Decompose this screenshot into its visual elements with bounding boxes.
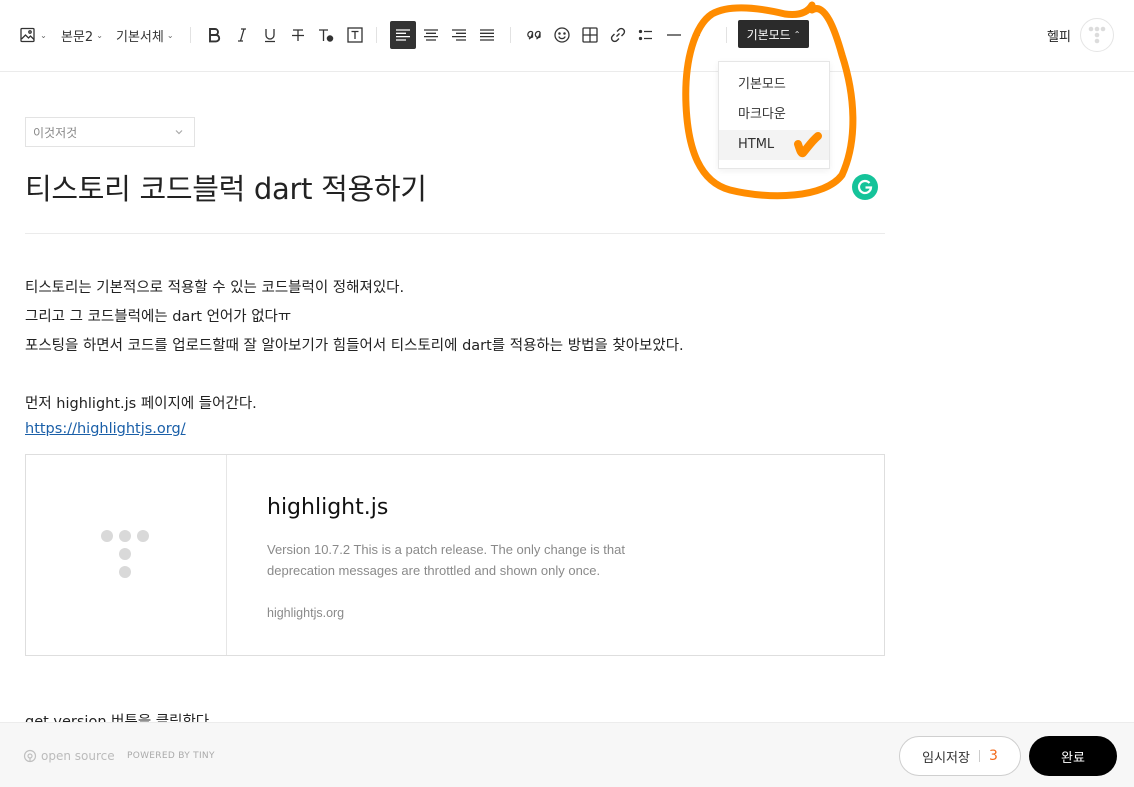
post-title[interactable]: 티스토리 코드블럭 dart 적용하기 xyxy=(25,166,427,208)
italic-icon xyxy=(238,28,246,42)
font-family-label: 기본서체 xyxy=(116,29,164,45)
link-preview-thumbnail xyxy=(26,455,227,655)
emoji-icon xyxy=(554,27,570,43)
open-source-logo[interactable]: open source xyxy=(23,749,115,763)
table-button[interactable] xyxy=(579,24,601,46)
chevron-up-icon: ⌃ xyxy=(793,29,801,39)
toolbar-divider xyxy=(510,27,511,43)
avatar[interactable] xyxy=(1080,18,1114,52)
italic-button[interactable] xyxy=(231,24,253,46)
highlightjs-link[interactable]: https://highlightjs.org/ xyxy=(25,421,186,437)
underline-icon xyxy=(265,29,275,43)
chevron-down-icon: ⌄ xyxy=(40,30,47,40)
link-preview-title: highlight.js xyxy=(267,495,389,520)
editor-mode-button[interactable]: 기본모드 ⌃ xyxy=(738,20,809,48)
paragraph: 먼저 highlight.js 페이지에 들어간다. xyxy=(25,396,257,412)
align-left-icon xyxy=(396,29,410,41)
tistory-logo-icon xyxy=(1088,26,1106,44)
toolbar-divider xyxy=(190,27,191,43)
grammarly-icon[interactable] xyxy=(852,174,878,200)
strikethrough-button[interactable] xyxy=(287,24,309,46)
paragraph: 그리고 그 코드블럭에는 dart 언어가 없다ㅠ xyxy=(25,309,292,325)
category-label: 이것저것 xyxy=(33,125,78,140)
mode-menu-item-html[interactable]: HTML xyxy=(719,130,829,160)
link-preview-card[interactable]: highlight.js Version 10.7.2 This is a pa… xyxy=(25,454,885,656)
underline-button[interactable] xyxy=(259,24,281,46)
chevron-down-icon: ⌄ xyxy=(166,30,174,40)
powered-by-tiny[interactable]: POWERED BY TINY xyxy=(127,751,215,761)
tistory-placeholder-icon xyxy=(101,530,149,578)
link-icon xyxy=(610,27,626,43)
link-preview-description: Version 10.7.2 This is a patch release. … xyxy=(267,542,625,578)
title-divider xyxy=(25,233,885,234)
align-center-button[interactable] xyxy=(420,24,442,46)
user-name[interactable]: 헬피 xyxy=(1047,26,1071,45)
emoji-button[interactable] xyxy=(551,24,573,46)
paragraph: 티스토리는 기본적으로 적용할 수 있는 코드블럭이 정해져있다. xyxy=(25,280,405,296)
quote-icon xyxy=(527,30,541,40)
align-left-button[interactable] xyxy=(390,21,416,49)
temporary-save-count: 3 xyxy=(988,748,998,764)
save-divider xyxy=(978,750,980,762)
toolbar-divider xyxy=(726,27,727,43)
tistory-editor: ⌄ 본문2 ⌄ 기본서체 ⌄ 기본모드 ⌃ 헬피 기본모드 마크다운 HTML … xyxy=(0,0,1134,787)
strikethrough-icon xyxy=(292,29,304,41)
image-icon xyxy=(20,27,35,43)
align-center-icon xyxy=(424,29,438,41)
editor-mode-menu: 기본모드 마크다운 HTML xyxy=(718,61,830,169)
text-background-icon xyxy=(347,27,363,43)
link-button[interactable] xyxy=(607,24,629,46)
text-background-button[interactable] xyxy=(344,24,366,46)
chevron-down-icon: ⌄ xyxy=(96,30,103,40)
editor-toolbar: ⌄ 본문2 ⌄ 기본서체 ⌄ 기본모드 ⌃ 헬피 xyxy=(0,0,1134,72)
temporary-save-button[interactable]: 임시저장 3 xyxy=(899,736,1021,776)
temporary-save-label: 임시저장 xyxy=(922,750,970,766)
bullet-list-icon xyxy=(638,29,652,41)
chevron-down-icon xyxy=(175,130,183,135)
table-icon xyxy=(582,27,598,43)
open-source-label: open source xyxy=(41,749,115,763)
bold-button[interactable] xyxy=(203,24,225,46)
text-color-icon xyxy=(319,29,334,42)
mode-menu-item-basic[interactable]: 기본모드 xyxy=(719,70,829,100)
quote-button[interactable] xyxy=(523,24,545,46)
align-right-icon xyxy=(452,29,466,41)
category-select[interactable]: 이것저것 xyxy=(25,117,195,147)
paragraph-style-select[interactable]: 본문2 ⌄ xyxy=(61,24,103,46)
horizontal-line-icon xyxy=(667,34,681,36)
align-justify-button[interactable] xyxy=(476,24,498,46)
horizontal-line-button[interactable] xyxy=(663,24,685,46)
bold-icon xyxy=(209,28,221,43)
toolbar-divider xyxy=(376,27,377,43)
insert-image-button[interactable]: ⌄ xyxy=(19,24,47,46)
text-color-button[interactable] xyxy=(315,24,337,46)
mode-menu-item-markdown[interactable]: 마크다운 xyxy=(719,100,829,130)
paragraph-style-label: 본문2 xyxy=(61,29,94,45)
link-preview-host: highlightjs.org xyxy=(267,606,345,620)
more-icon xyxy=(696,34,700,36)
font-family-select[interactable]: 기본서체 ⌄ xyxy=(116,24,174,46)
align-right-button[interactable] xyxy=(448,24,470,46)
bullet-list-button[interactable] xyxy=(635,24,657,46)
editor-footer: open source POWERED BY TINY 임시저장 3 완료 xyxy=(0,722,1134,787)
editor-mode-label: 기본모드 xyxy=(746,27,791,42)
done-button[interactable]: 완료 xyxy=(1029,736,1117,776)
align-justify-icon xyxy=(480,29,494,41)
more-options-button[interactable] xyxy=(691,24,713,46)
open-source-icon xyxy=(23,749,37,763)
paragraph: 포스팅을 하면서 코드를 업로드할때 잘 알아보기가 힘들어서 티스토리에 da… xyxy=(25,338,684,354)
